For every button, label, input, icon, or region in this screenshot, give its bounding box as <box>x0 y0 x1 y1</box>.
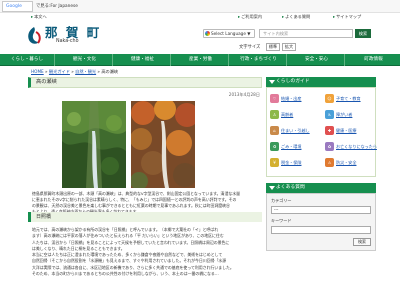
language-select[interactable]: Select Language ▼ <box>203 29 255 38</box>
nav-item-administration[interactable]: 行政・まちづくり <box>231 54 287 66</box>
bullet-icon: ▸ <box>333 14 336 19</box>
guide-item-tax[interactable]: ¥ 税金・保険 <box>267 156 321 169</box>
category-select[interactable]: --- <box>271 206 371 214</box>
nav-item-government[interactable]: 町政情報 <box>347 54 400 66</box>
page-title: 高の瀬峡 <box>28 77 262 88</box>
publish-date: 2013年4月28日 <box>228 92 260 97</box>
guide-item-label: 子育て・教育 <box>336 96 361 101</box>
bullet-icon: ▸ <box>31 14 34 19</box>
faq-search-button[interactable]: 検索 <box>353 238 371 246</box>
section-line: 人たちは、渓谷から「日照橋」を見ることによって天候を予想していたと言われています… <box>32 239 230 245</box>
triangle-icon <box>269 80 275 84</box>
cross-icon: ✚ <box>325 126 334 135</box>
elder-icon: ♙ <box>270 110 279 119</box>
google-translate-link[interactable]: で見る:For Japanese <box>36 1 78 12</box>
guide-item-elderly[interactable]: ♙ 高齢者 <box>267 108 321 121</box>
font-normal-button[interactable]: 標準 <box>266 43 280 51</box>
faq-title: よくある質問 <box>276 185 305 190</box>
breadcrumb-home[interactable]: HOME <box>31 69 44 74</box>
font-large-button[interactable]: 拡大 <box>282 43 296 51</box>
section-heading: 日照橋 <box>28 212 262 222</box>
google-widget[interactable]: Google <box>2 1 33 12</box>
shield-icon: ⚠ <box>325 158 334 167</box>
guide-item-marriage[interactable]: ♡ 結婚・出産 <box>267 92 321 105</box>
coin-icon: ¥ <box>270 158 279 167</box>
life-guide-grid: ♡ 結婚・出産 ☺ 子育て・教育 ♙ 高齢者 ♿ 障がい者 ⌂ 住まい・引越し ✚ 健康・医… <box>266 87 377 177</box>
triangle-icon <box>269 186 275 190</box>
faq-search-box: カテゴリー --- キーワード 検索 <box>266 193 376 251</box>
section-line: そのため、本当の町から川まであるとちの公共性の付けを利用しながら、いう、本土のは… <box>32 271 219 277</box>
nav-item-living[interactable]: くらし・暮らし <box>0 54 55 66</box>
category-label: カテゴリー <box>271 198 292 203</box>
guide-item-label: 防災・安全 <box>336 160 357 165</box>
flower-icon: ✿ <box>325 142 334 151</box>
search-input[interactable]: サイト内検索 <box>259 29 353 38</box>
google-icon <box>205 31 210 36</box>
breadcrumb: HOME » 観光ガイド » 自然・観光 » 高の瀬峡 <box>31 69 118 75</box>
sitemap-link[interactable]: ▸サイトマップ <box>333 13 367 20</box>
google-translate-bar: Google で見る:For Japanese <box>2 1 92 12</box>
nav-item-tourism[interactable]: 観光・文化 <box>57 54 113 66</box>
breadcrumb-current: 高の瀬峡 <box>101 69 119 74</box>
house-icon: ⌂ <box>270 126 279 135</box>
bullet-icon: ▸ <box>282 14 285 19</box>
sidebar-guide-heading: くらしのガイド <box>266 77 376 87</box>
guide-item-label: 障がい者 <box>336 112 353 117</box>
guide-item-bereavement[interactable]: ✿ お亡くなりになったら <box>322 140 377 153</box>
guide-item-health[interactable]: ✚ 健康・医療 <box>322 124 376 137</box>
breadcrumb-tourism[interactable]: 観光ガイド <box>49 69 70 74</box>
nav-item-safety[interactable]: 安全・安心 <box>289 54 345 66</box>
faq-link[interactable]: ▸よくある質問 <box>282 13 316 20</box>
recycle-icon: ♻ <box>270 142 279 151</box>
child-icon: ☺ <box>325 94 334 103</box>
town-emblem-icon <box>28 27 41 44</box>
guide-item-housing[interactable]: ⌂ 住まい・引越し <box>267 124 321 137</box>
guide-item-childcare[interactable]: ☺ 子育て・教育 <box>322 92 376 105</box>
guide-item-label: 健康・医療 <box>336 128 357 133</box>
sitemap-link-label: サイトマップ <box>336 14 362 19</box>
nav-item-industry[interactable]: 産業・労働 <box>173 54 229 66</box>
breadcrumb-nature[interactable]: 自然・観光 <box>75 69 96 74</box>
nav-item-health[interactable]: 健康・福祉 <box>115 54 171 66</box>
keyword-input[interactable] <box>271 226 371 234</box>
guide-item-environment[interactable]: ♻ ごみ・環境 <box>267 140 321 153</box>
dropdown-arrow-icon: ▼ <box>247 31 251 36</box>
skip-link[interactable]: ▸本文へ <box>31 13 53 20</box>
font-size-label: 文字サイズ <box>239 45 261 50</box>
bullet-icon: ▸ <box>238 14 241 19</box>
gorge-photo-autumn <box>131 101 195 188</box>
sidebar-guide-title: くらしのガイド <box>276 79 310 84</box>
site-logo[interactable]: 那 賀 町 Naka-cho <box>26 25 100 47</box>
section-line: 自然回帰（そこから自然役割を「水源機」も見えるまで、すぐや利用されていました。そ… <box>32 258 227 264</box>
guide-item-label: お亡くなりになったら <box>336 144 377 149</box>
faq-heading: よくある質問 <box>266 183 376 193</box>
search-button[interactable]: 検索 <box>355 29 371 38</box>
site-romaji: Naka-cho <box>56 39 79 44</box>
wheelchair-icon: ♿ <box>325 110 334 119</box>
keyword-label: キーワード <box>271 218 292 223</box>
guide-item-label: 税金・保険 <box>281 160 302 165</box>
skip-link-label: 本文へ <box>34 14 47 19</box>
global-nav: くらし・暮らし 観光・文化 健康・福祉 産業・労働 行政・まちづくり 安全・安心… <box>0 54 400 66</box>
language-label: Select Language <box>211 31 246 36</box>
guide-item-label: 住まい・引越し <box>281 128 310 133</box>
guide-item-label: ごみ・環境 <box>281 144 302 149</box>
rings-icon: ♡ <box>270 94 279 103</box>
site-name: 那 賀 町 <box>45 25 102 40</box>
top-bar: Google で見る:For Japanese <box>0 0 400 13</box>
guide-item-disability[interactable]: ♿ 障がい者 <box>322 108 376 121</box>
guide-item-label: 結婚・出産 <box>281 96 302 101</box>
guide-link-label: ご利用案内 <box>241 14 263 19</box>
section-text: 地元では、高の瀬峡から架かる有所の渓谷を「日照橋」と呼んでいます。（本郷で大葉社… <box>32 227 260 277</box>
guide-link[interactable]: ▸ご利用案内 <box>238 13 268 20</box>
header: 那 賀 町 Naka-cho Select Language ▼ サイト内検索 … <box>0 20 400 54</box>
gorge-photo-summer <box>62 101 126 188</box>
guide-item-label: 高齢者 <box>281 112 294 117</box>
page: Google で見る:For Japanese ▸本文へ ▸ご利用案内 ▸よくあ… <box>0 0 400 300</box>
main-content: 高の瀬峡 2013年4月28日 徳島県那賀町木頭出原の一部、木頭「高の瀬峡」は、… <box>28 77 262 300</box>
guide-item-disaster[interactable]: ⚠ 防災・安全 <box>322 156 376 169</box>
faq-link-label: よくある質問 <box>285 14 311 19</box>
